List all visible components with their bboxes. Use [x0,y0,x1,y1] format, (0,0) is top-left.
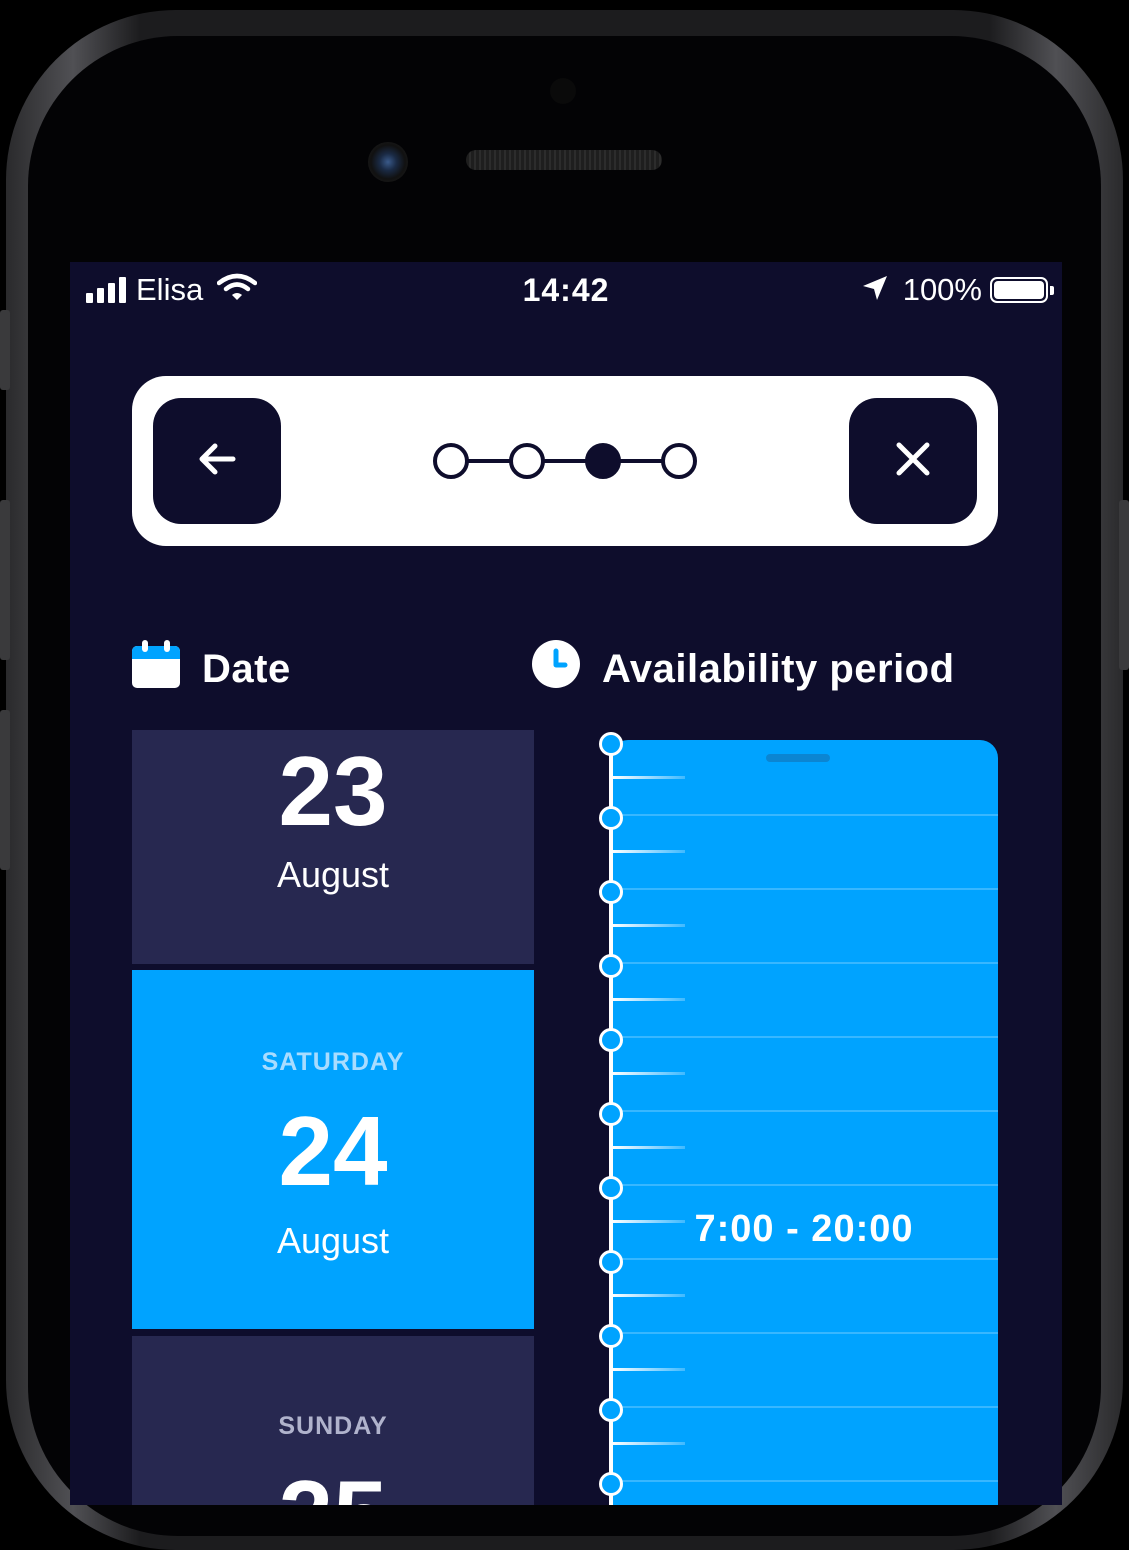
top-navigation-card [132,376,998,546]
close-icon [893,439,933,484]
timeline-handle[interactable] [599,1250,623,1274]
status-right: 100% [861,272,1054,308]
date-section-label: Date [202,646,291,691]
timeline-handle[interactable] [599,954,623,978]
timeline-tick [613,1146,685,1149]
date-month: August [276,854,390,895]
power-button [1119,500,1129,670]
timeline-handle[interactable] [599,732,623,756]
date-weekday: SUNDAY [278,1412,388,1440]
timeline-tick [613,1442,685,1445]
volume-down-button [0,710,10,870]
date-day: 24 [278,1096,388,1206]
earpiece-speaker [466,150,662,170]
phone-device: Elisa 14:42 100% Date Availability perio… [0,0,1129,1550]
step-3-dot-current [585,443,621,479]
availability-section-label: Availability period [602,646,955,691]
step-1-dot [433,443,469,479]
timeline-tick [613,924,685,927]
date-day: 25 [132,1466,534,1505]
status-bar: Elisa 14:42 100% [70,262,1062,318]
timeline-handle[interactable] [599,1472,623,1496]
proximity-sensor [550,78,576,104]
timeline-handle[interactable] [599,806,623,830]
date-card[interactable]: SUNDAY 25 [132,1336,534,1505]
close-button[interactable] [849,398,977,524]
battery-fill [994,281,1044,299]
step-4-dot [661,443,697,479]
availability-section-header: Availability period [532,640,955,698]
date-section-header: Date [132,640,291,698]
timeline-handle[interactable] [599,1028,623,1052]
side-button [0,310,10,390]
date-card[interactable]: 23 August [132,730,534,964]
progress-stepper [433,443,697,479]
back-button[interactable] [153,398,281,524]
battery-icon [990,277,1054,303]
timeline-handle[interactable] [599,1102,623,1126]
arrow-left-icon [195,437,239,486]
timeline-tick [613,1368,685,1371]
timeline-tick [613,998,685,1001]
location-arrow-icon [861,274,889,307]
timeline-tick [613,776,685,779]
date-weekday: SATURDAY [261,1048,405,1076]
timeline-tick [613,1072,685,1075]
front-camera [368,142,408,182]
step-2-dot [509,443,545,479]
timeline-handle[interactable] [599,880,623,904]
timeline-tick [613,850,685,853]
timeline-tick [613,1294,685,1297]
volume-up-button [0,500,10,660]
timeline-handle[interactable] [599,1398,623,1422]
timeline-handle[interactable] [599,1324,623,1348]
app-screen: Elisa 14:42 100% Date Availability perio… [70,262,1062,1505]
battery-percentage: 100% [902,272,982,307]
drag-handle[interactable] [766,754,830,762]
calendar-icon [132,640,180,698]
clock-icon [532,640,580,698]
hour-timeline [596,732,686,1505]
date-card-selected[interactable]: SATURDAY 24 August [132,970,534,1329]
timeline-handle[interactable] [599,1176,623,1200]
date-month: August [276,1220,390,1261]
timeline-tick [613,1220,685,1223]
date-day: 23 [278,736,388,846]
